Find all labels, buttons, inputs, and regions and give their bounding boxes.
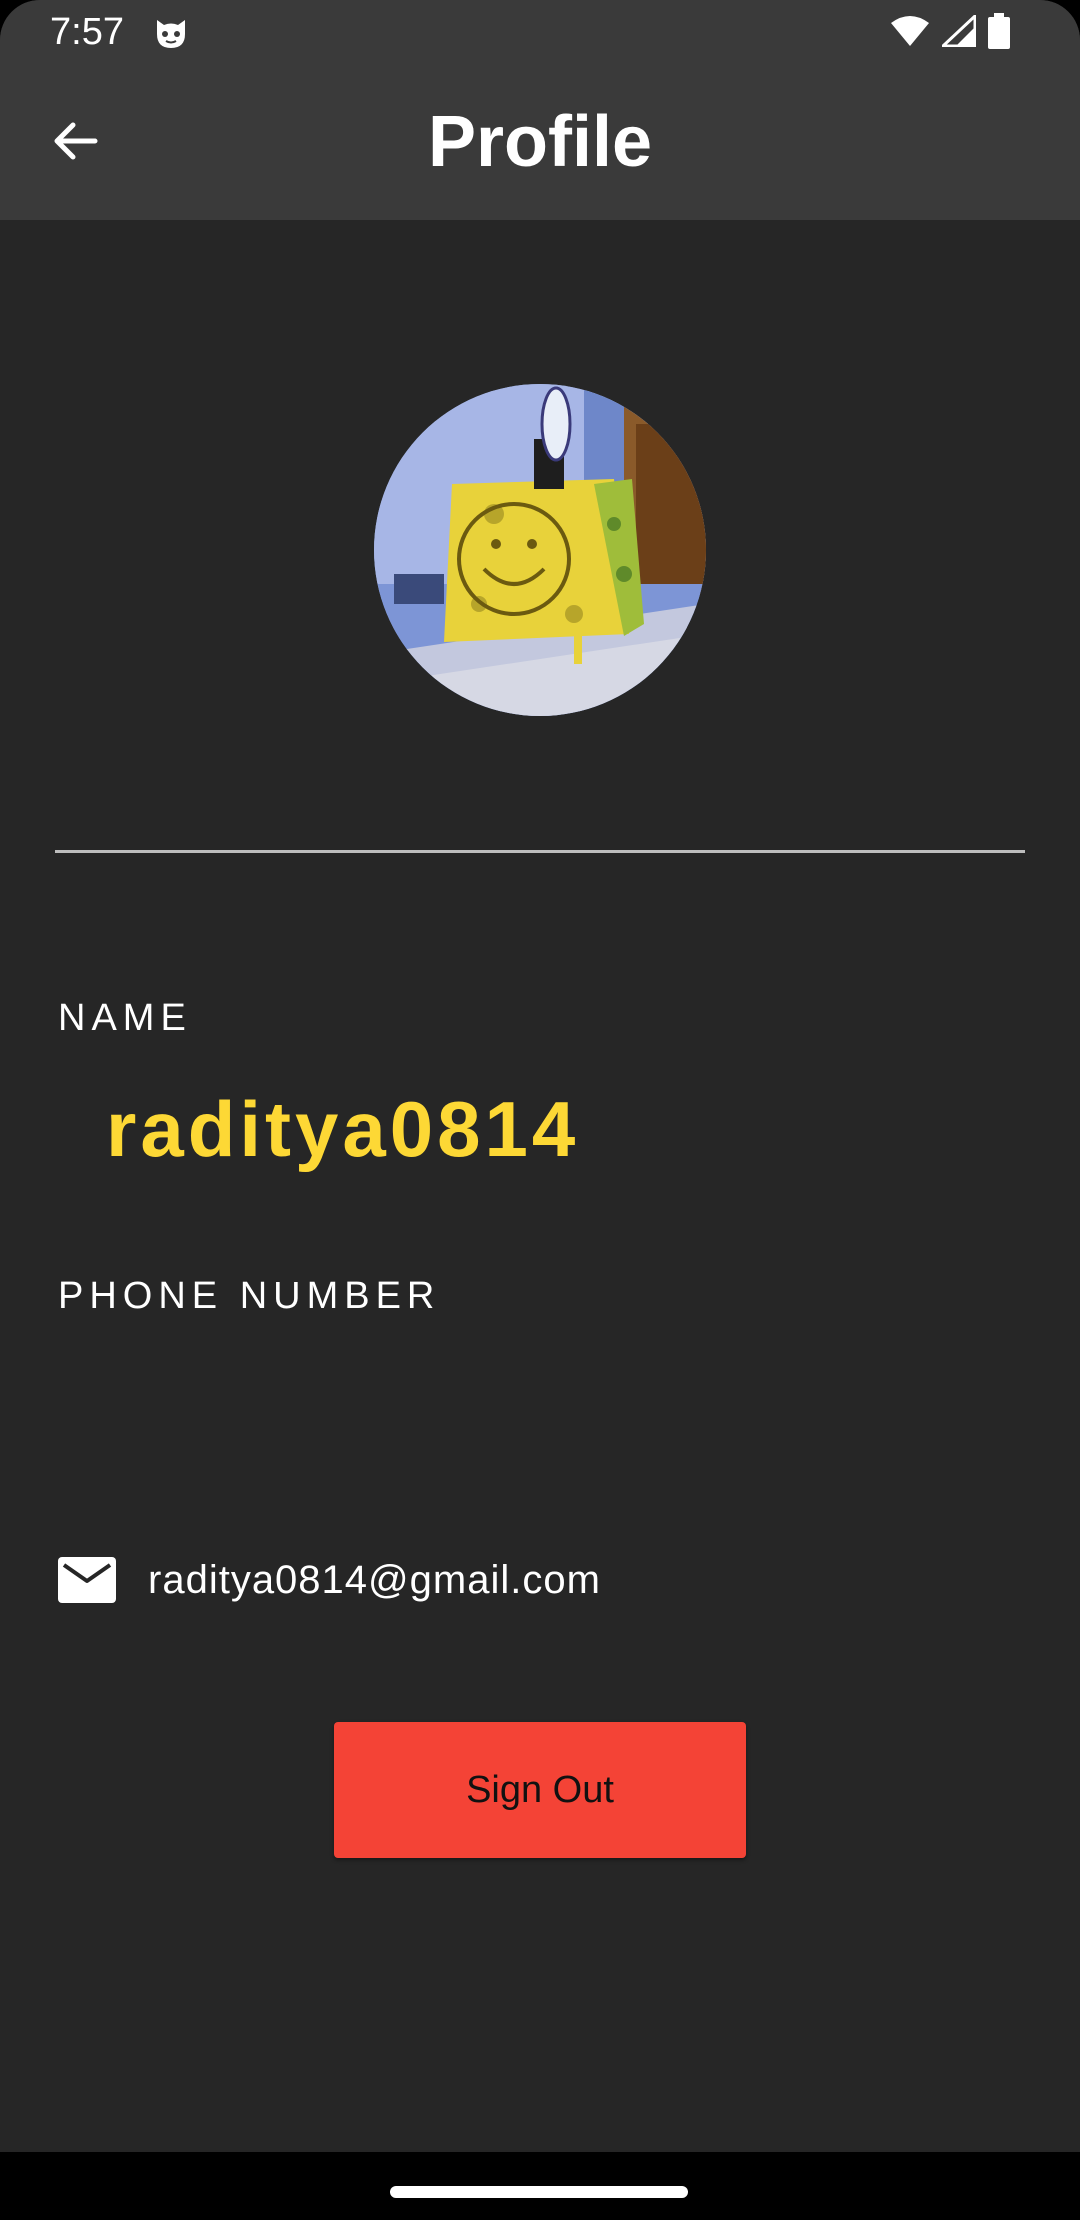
status-icons bbox=[890, 12, 1010, 54]
battery-icon bbox=[988, 12, 1010, 54]
sign-out-button[interactable]: Sign Out bbox=[334, 1722, 746, 1858]
status-time: 7:57 bbox=[50, 11, 124, 53]
email-row: raditya0814@gmail.com bbox=[58, 1550, 601, 1610]
app-bar: Profile bbox=[0, 64, 1080, 220]
divider bbox=[55, 850, 1025, 853]
cat-face-icon bbox=[152, 14, 190, 52]
status-bar: 7:57 bbox=[0, 0, 1080, 64]
navigation-bar bbox=[0, 2152, 1080, 2220]
home-gesture-handle[interactable] bbox=[390, 2186, 688, 2198]
name-label: NAME bbox=[58, 997, 192, 1039]
cell-signal-icon bbox=[939, 12, 977, 52]
profile-screen: 7:57 Profile NAME raditya0814 PHONE NUMB… bbox=[0, 0, 1080, 2220]
page-title: Profile bbox=[427, 102, 653, 182]
phone-label: PHONE NUMBER bbox=[58, 1275, 441, 1317]
mail-icon bbox=[58, 1557, 116, 1603]
name-value: raditya0814 bbox=[106, 1085, 580, 1173]
wifi-icon bbox=[890, 15, 930, 52]
email-value: raditya0814@gmail.com bbox=[148, 1557, 601, 1602]
avatar[interactable] bbox=[374, 384, 706, 716]
